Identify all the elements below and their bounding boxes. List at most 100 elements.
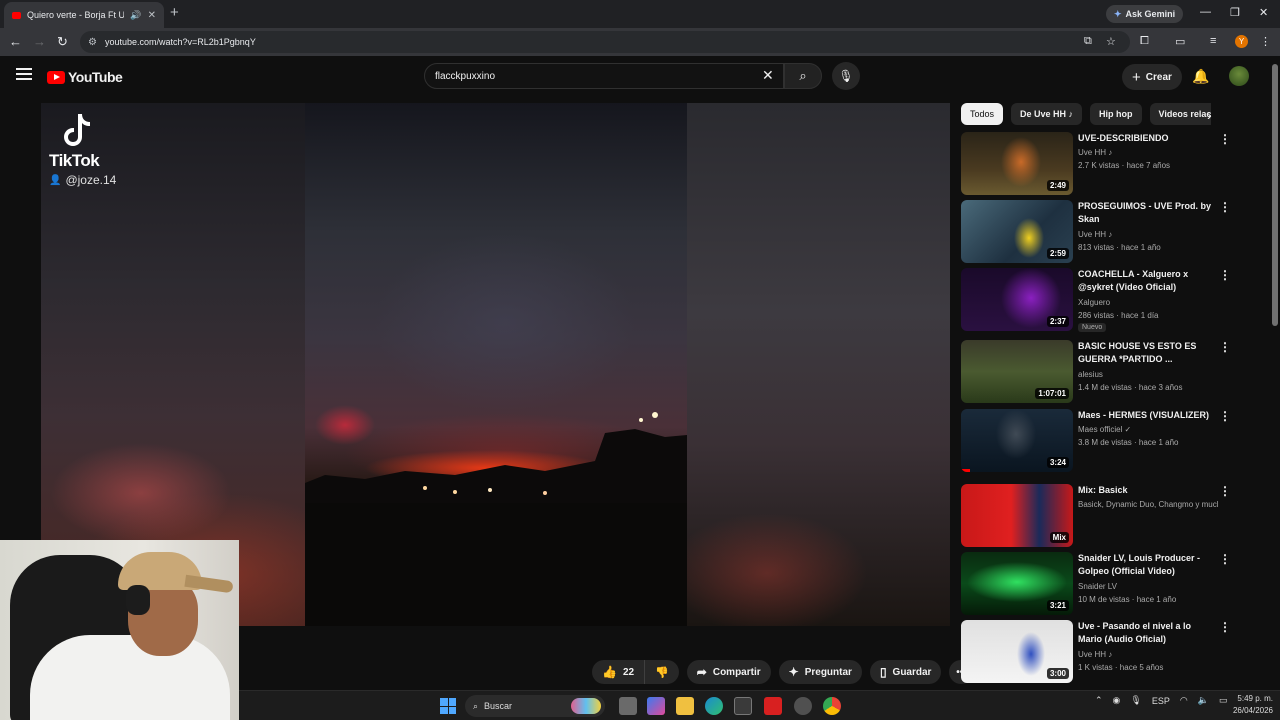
windows-start-icon[interactable]: [440, 698, 456, 714]
voice-search-button[interactable]: 🎙: [832, 62, 860, 90]
task-view-icon[interactable]: [619, 697, 637, 715]
search-button[interactable]: ⌕: [784, 63, 822, 89]
recommendation-thumbnail[interactable]: 3:24: [961, 409, 1073, 472]
more-options-icon[interactable]: ⋮: [1219, 268, 1231, 282]
close-window-icon[interactable]: ✕: [1259, 6, 1268, 19]
video-street-silhouette: [305, 412, 687, 626]
more-options-icon[interactable]: ⋮: [1219, 552, 1231, 566]
recommendation-channel[interactable]: alesius: [1078, 370, 1103, 379]
more-options-icon[interactable]: ⋮: [1219, 620, 1231, 634]
share-button[interactable]: ➦ Compartir: [686, 660, 771, 684]
reading-list-icon[interactable]: ≡: [1210, 35, 1216, 47]
recommendation-title[interactable]: PROSEGUIMOS - UVE Prod. by Skan: [1078, 200, 1213, 226]
new-tab-button[interactable]: +: [170, 5, 179, 21]
taskbar-search-box[interactable]: ⌕ Buscar: [465, 695, 605, 717]
recommendation-title[interactable]: COACHELLA - Xalguero x @sykret (Video Of…: [1078, 268, 1213, 294]
edge-icon[interactable]: [705, 697, 723, 715]
chip-de-uve-hh[interactable]: De Uve HH ♪: [1011, 103, 1083, 125]
page-scrollbar[interactable]: [1270, 56, 1280, 690]
notifications-bell-icon[interactable]: 🔔: [1192, 68, 1209, 85]
tray-app-icon[interactable]: ◉: [1113, 695, 1121, 706]
recommendation-thumbnail[interactable]: 1:07:01: [961, 340, 1073, 403]
search-input[interactable]: flacckpuxxino: [424, 63, 784, 89]
recommendation-channel[interactable]: Snaider LV: [1078, 582, 1117, 591]
more-options-icon[interactable]: ⋮: [1219, 409, 1231, 423]
recommendation-channel[interactable]: Uve HH ♪: [1078, 148, 1112, 157]
restore-icon[interactable]: ❐: [1230, 6, 1240, 19]
more-options-icon[interactable]: ⋮: [1219, 132, 1231, 146]
recommendation-thumbnail[interactable]: 2:49: [961, 132, 1073, 195]
clear-search-icon[interactable]: ✕: [762, 68, 774, 82]
recommendation-title[interactable]: BASIC HOUSE VS ESTO ES GUERRA *PARTIDO .…: [1078, 340, 1213, 366]
chip-hip-hop[interactable]: Hip hop: [1090, 103, 1142, 125]
browser-tab[interactable]: Quiero verte - Borja Ft Uvé 🔊 ✕: [4, 2, 164, 28]
browser-profile-avatar[interactable]: Y: [1235, 35, 1248, 48]
recommendation-title[interactable]: Maes - HERMES (VISUALIZER): [1078, 409, 1213, 422]
tray-mic-icon[interactable]: 🎙: [1130, 695, 1141, 706]
recommendation-item[interactable]: 2:37 COACHELLA - Xalguero x @sykret (Vid…: [961, 268, 1236, 332]
recommendation-channel[interactable]: Uve HH ♪: [1078, 230, 1112, 239]
user-avatar[interactable]: [1229, 66, 1249, 86]
minimize-icon[interactable]: —: [1200, 6, 1211, 18]
chips-next-chevron-icon[interactable]: ›: [1207, 107, 1212, 123]
close-tab-icon[interactable]: ✕: [148, 10, 156, 21]
audio-playing-icon[interactable]: 🔊: [130, 10, 141, 21]
recommendation-thumbnail[interactable]: 3:00: [961, 620, 1073, 683]
recommendation-item[interactable]: Mix Mix: Basick Basick, Dynamic Duo, Cha…: [961, 484, 1236, 548]
recommendation-item[interactable]: 3:00 Uve - Pasando el nivel a lo Mario (…: [961, 620, 1236, 684]
save-button[interactable]: ▯ Guardar: [869, 660, 942, 684]
wifi-icon[interactable]: ◠: [1180, 695, 1188, 706]
microphone-icon: 🎙: [838, 69, 854, 83]
create-button[interactable]: + Crear: [1122, 64, 1182, 90]
more-options-icon[interactable]: ⋮: [1219, 484, 1231, 498]
tray-overflow-icon[interactable]: ⌃: [1095, 695, 1103, 706]
ask-gemini-button[interactable]: ✦ Ask Gemini: [1106, 5, 1184, 23]
input-language[interactable]: ESP: [1152, 696, 1170, 706]
menu-icon[interactable]: [16, 68, 32, 80]
reload-icon[interactable]: ↻: [57, 34, 68, 50]
volume-icon[interactable]: 🔈: [1198, 695, 1209, 706]
app-red-icon[interactable]: [764, 697, 782, 715]
chip-videos-relacionados[interactable]: Videos relac: [1149, 103, 1211, 125]
more-options-icon[interactable]: ⋮: [1219, 200, 1231, 214]
recommendation-title[interactable]: Uve - Pasando el nivel a lo Mario (Audio…: [1078, 620, 1213, 646]
recommendation-thumbnail[interactable]: 3:21: [961, 552, 1073, 615]
recommendation-item[interactable]: 2:59 PROSEGUIMOS - UVE Prod. by Skan Uve…: [961, 200, 1236, 264]
back-icon[interactable]: ←: [9, 34, 22, 50]
address-bar[interactable]: ⚙ youtube.com/watch?v=RL2b1PgbnqY: [80, 31, 1130, 53]
forward-icon[interactable]: →: [33, 34, 46, 50]
recommendation-title[interactable]: Snaider LV, Louis Producer - Golpeo (Off…: [1078, 552, 1213, 578]
recommendation-channel[interactable]: Xalguero: [1078, 298, 1110, 307]
recommendation-thumbnail[interactable]: Mix: [961, 484, 1073, 547]
scrollbar-thumb[interactable]: [1272, 64, 1278, 326]
taskbar-clock[interactable]: 5:49 p. m. 26/04/2026: [1223, 693, 1273, 717]
copilot-icon[interactable]: [647, 697, 665, 715]
recommendation-channel[interactable]: Uve HH ♪: [1078, 650, 1112, 659]
split-view-icon[interactable]: ▭: [1175, 35, 1185, 48]
file-explorer-icon[interactable]: [676, 697, 694, 715]
recommendation-item[interactable]: 3:21 Snaider LV, Louis Producer - Golpeo…: [961, 552, 1236, 616]
recommendation-thumbnail[interactable]: 2:59: [961, 200, 1073, 263]
youtube-logo[interactable]: YouTube: [47, 69, 123, 85]
recommendation-item[interactable]: 1:07:01 BASIC HOUSE VS ESTO ES GUERRA *P…: [961, 340, 1236, 404]
like-button[interactable]: 👍 22: [592, 660, 646, 684]
recommendation-channel[interactable]: Maes officiel ✓: [1078, 425, 1131, 434]
recommendation-title[interactable]: Mix: Basick: [1078, 484, 1213, 497]
settings-gear-icon[interactable]: [794, 697, 812, 715]
recommendation-thumbnail[interactable]: 2:37: [961, 268, 1073, 331]
more-options-icon[interactable]: ⋮: [1219, 340, 1231, 354]
store-icon[interactable]: [734, 697, 752, 715]
recommendation-item[interactable]: 2:49 UVE-DESCRIBIENDO Uve HH ♪ 2.7 K vis…: [961, 132, 1236, 196]
chip-todos[interactable]: Todos: [961, 103, 1004, 125]
install-app-icon[interactable]: ⧉: [1084, 35, 1092, 48]
extensions-icon[interactable]: ⧠: [1140, 35, 1149, 48]
recommendation-title[interactable]: UVE-DESCRIBIENDO: [1078, 132, 1213, 145]
site-info-icon[interactable]: ⚙: [88, 37, 97, 48]
recommendation-item[interactable]: 3:24 Maes - HERMES (VISUALIZER) Maes off…: [961, 409, 1236, 473]
browser-menu-icon[interactable]: ⋮: [1260, 35, 1271, 48]
dislike-button[interactable]: 👎: [645, 660, 679, 684]
chrome-icon[interactable]: [823, 697, 841, 715]
ask-button[interactable]: ✦ Preguntar: [778, 660, 862, 684]
bookmark-star-icon[interactable]: ☆: [1106, 35, 1116, 48]
recommendation-channel[interactable]: Basick, Dynamic Duo, Changmo y mucho...: [1078, 500, 1218, 509]
